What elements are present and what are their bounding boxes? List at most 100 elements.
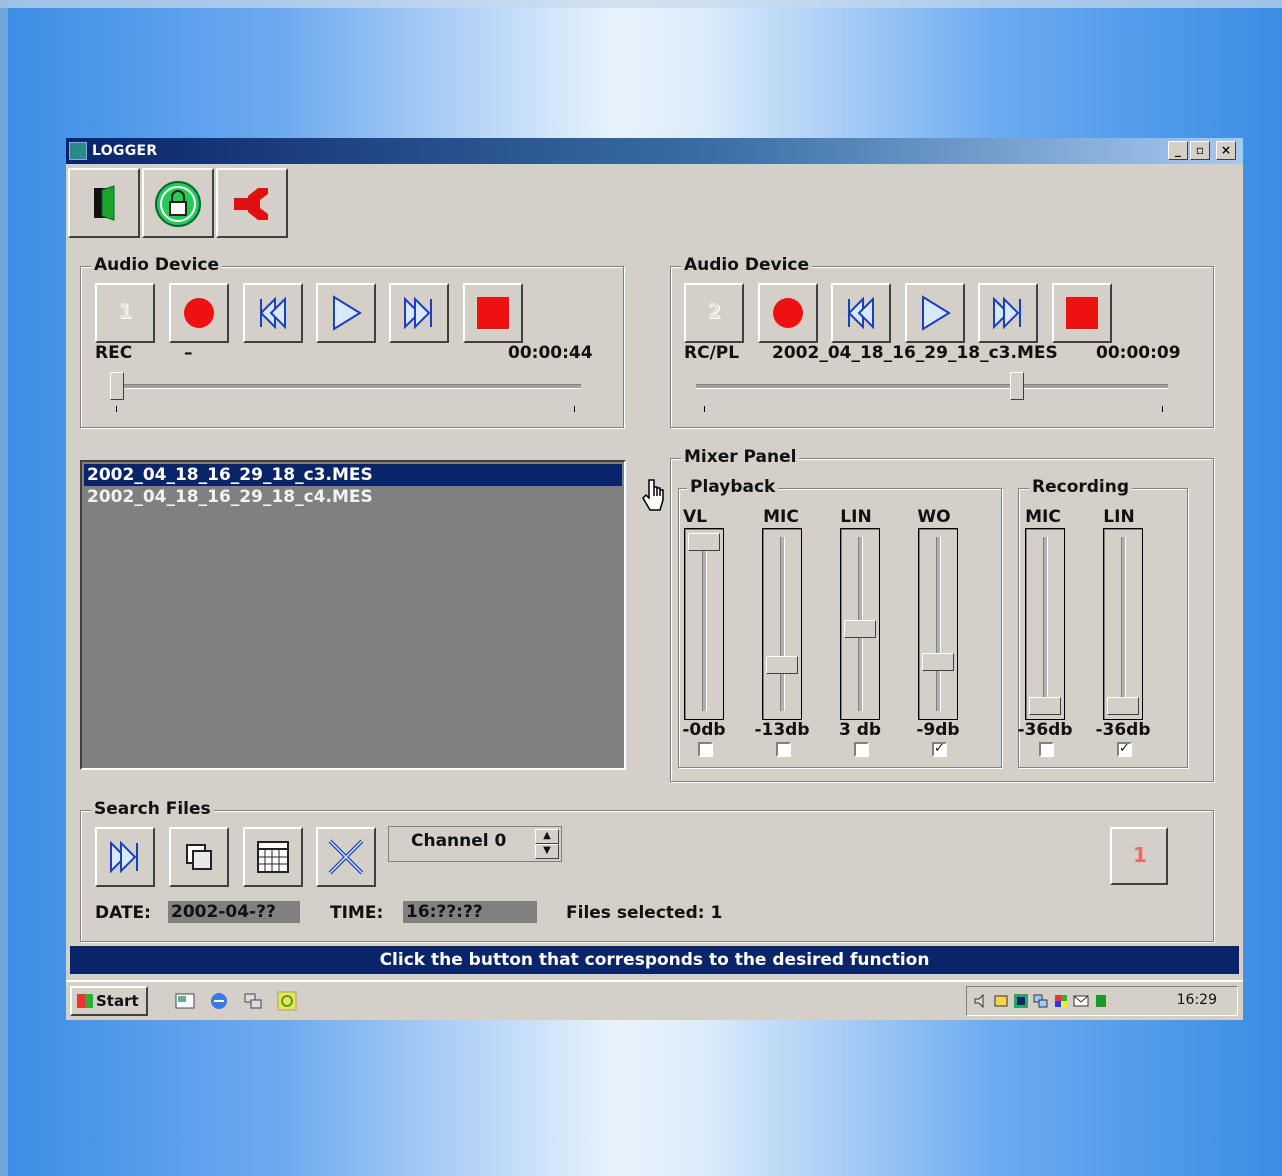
browser-icon[interactable] — [208, 990, 230, 1012]
calendar-icon — [257, 841, 289, 873]
device-1-select-button[interactable]: 1 — [95, 283, 155, 343]
slider-thumb[interactable] — [1029, 697, 1061, 715]
mic-checkbox[interactable] — [776, 742, 791, 757]
lin-volume-slider[interactable] — [840, 528, 880, 720]
spinner-down-button[interactable]: ▼ — [535, 844, 559, 859]
device-2-play-button[interactable] — [905, 283, 965, 343]
rec-mic-checkbox[interactable] — [1039, 742, 1054, 757]
minimize-button[interactable]: _ — [1168, 141, 1188, 160]
rec-mic-volume-slider[interactable] — [1025, 528, 1065, 720]
window-title: LOGGER — [92, 143, 158, 159]
stop-icon — [1066, 297, 1098, 329]
device-2-position-track — [696, 384, 1168, 389]
mic-volume-slider[interactable] — [762, 528, 802, 720]
channel-name-rec-lin: LIN — [1103, 507, 1135, 527]
fast-forward-icon — [993, 296, 1021, 330]
device-1-time: 00:00:44 — [508, 343, 593, 363]
device-2-stop-button[interactable] — [1052, 283, 1112, 343]
audio-device-1-label: Audio Device — [91, 255, 223, 275]
search-copy-button[interactable] — [169, 827, 229, 887]
media-icon[interactable] — [276, 990, 298, 1012]
background-left-strip — [0, 0, 8, 1176]
wo-checkbox[interactable]: ✓ — [932, 742, 947, 757]
title-bar[interactable]: LOGGER _ ▫ × — [66, 138, 1243, 164]
channel-value: Channel 0 — [411, 831, 507, 851]
taskbar: Start 16:29 — [66, 980, 1243, 1020]
wo-volume-slider[interactable] — [918, 528, 958, 720]
search-files-label: Search Files — [91, 799, 214, 819]
device-number: 2 — [707, 299, 721, 323]
maximize-button[interactable]: ▫ — [1190, 141, 1210, 160]
play-icon — [333, 295, 362, 331]
device-1-file: – — [184, 343, 193, 363]
channel-value-mic: -13db — [754, 720, 810, 740]
date-field[interactable]: 2002-04-?? — [168, 901, 300, 923]
playback-label: Playback — [687, 477, 779, 497]
date-label: DATE: — [95, 903, 151, 923]
fast-forward-icon — [110, 840, 138, 874]
network-icon[interactable] — [242, 990, 264, 1012]
device-tray-icon[interactable] — [993, 993, 1009, 1009]
channel-value-lin: 3 db — [838, 720, 882, 740]
device-2-file: 2002_04_18_16_29_18_c3.MES — [772, 343, 1058, 363]
device-2-position-slider[interactable] — [1010, 372, 1025, 400]
rec-lin-checkbox[interactable]: ✓ — [1117, 742, 1132, 757]
device-2-time: 00:00:09 — [1096, 343, 1181, 363]
close-button[interactable]: × — [1216, 141, 1236, 160]
list-item[interactable]: 2002_04_18_16_29_18_c3.MES — [84, 464, 622, 486]
device-1-play-button[interactable] — [316, 283, 376, 343]
search-calendar-button[interactable] — [243, 827, 303, 887]
slider-thumb[interactable] — [922, 652, 954, 671]
disconnect-button[interactable] — [216, 168, 288, 238]
device-1-rewind-button[interactable] — [243, 283, 303, 343]
slider-thumb[interactable] — [844, 619, 876, 638]
search-channel-number: 1 — [1133, 843, 1147, 867]
exit-button[interactable] — [68, 168, 140, 238]
device-1-fast-forward-button[interactable] — [389, 283, 449, 343]
device-1-mode: REC — [95, 343, 133, 363]
search-next-button[interactable] — [95, 827, 155, 887]
rewind-icon — [259, 296, 286, 330]
recording-label: Recording — [1029, 477, 1133, 497]
login-button[interactable] — [142, 168, 214, 238]
app-tray-icon[interactable] — [1013, 993, 1029, 1009]
status-tray-icon[interactable] — [1093, 993, 1109, 1009]
device-2-fast-forward-button[interactable] — [978, 283, 1038, 343]
network-tray-icon[interactable] — [1033, 993, 1049, 1009]
rec-lin-volume-slider[interactable] — [1103, 528, 1143, 720]
lin-checkbox[interactable] — [854, 742, 869, 757]
slider-thumb[interactable] — [766, 656, 798, 674]
fast-forward-icon — [404, 296, 432, 330]
play-icon — [922, 295, 951, 331]
start-button[interactable]: Start — [70, 986, 148, 1016]
list-item[interactable]: 2002_04_18_16_29_18_c4.MES — [84, 486, 622, 508]
device-2-select-button[interactable]: 2 — [684, 283, 744, 343]
record-icon — [184, 298, 214, 328]
time-field[interactable]: 16:??:?? — [403, 901, 537, 923]
channel-spinner[interactable]: Channel 0 ▲ ▼ — [388, 826, 562, 862]
spinner-up-button[interactable]: ▲ — [535, 829, 559, 844]
rewind-icon — [847, 296, 874, 330]
device-2-rewind-button[interactable] — [831, 283, 891, 343]
flag-tray-icon[interactable] — [1053, 993, 1069, 1009]
device-1-position-slider[interactable] — [110, 372, 124, 400]
record-icon — [773, 298, 803, 328]
vl-volume-slider[interactable] — [684, 528, 724, 720]
search-channel-button[interactable]: 1 — [1110, 827, 1168, 885]
search-clear-button[interactable] — [316, 827, 376, 887]
channel-value-rec-lin: -36db — [1095, 720, 1151, 740]
volume-icon[interactable] — [973, 993, 989, 1009]
device-1-stop-button[interactable] — [463, 283, 523, 343]
device-2-record-button[interactable] — [758, 283, 818, 343]
slider-thumb[interactable] — [1107, 697, 1139, 715]
channel-name-rec-mic: MIC — [1025, 507, 1061, 527]
channel-name-lin: LIN — [840, 507, 872, 527]
file-list[interactable]: 2002_04_18_16_29_18_c3.MES 2002_04_18_16… — [80, 460, 626, 770]
mail-icon[interactable] — [1073, 993, 1089, 1009]
time-label: TIME: — [330, 903, 384, 923]
slider-tick — [704, 406, 705, 412]
vl-checkbox[interactable] — [698, 742, 713, 757]
desktop-icon[interactable] — [174, 990, 196, 1012]
device-1-record-button[interactable] — [169, 283, 229, 343]
slider-thumb[interactable] — [688, 533, 720, 551]
